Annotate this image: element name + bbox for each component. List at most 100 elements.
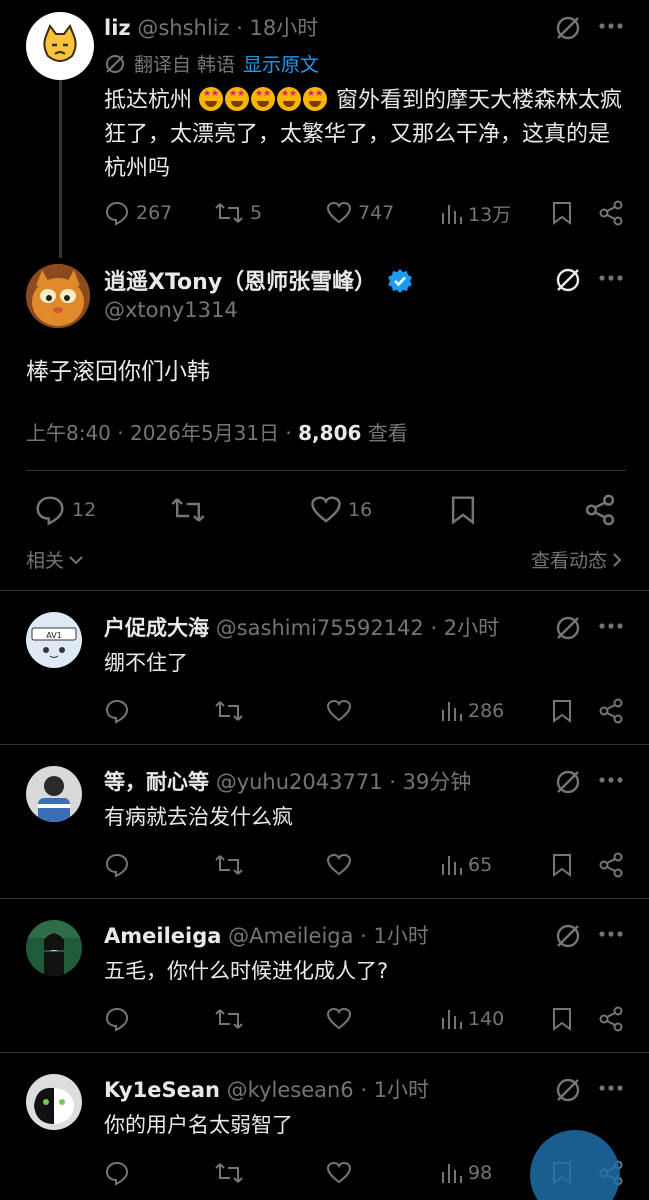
- reply-header: 等，耐心等 @yuhu2043771 · 39分钟: [104, 766, 471, 796]
- bookmark-button[interactable]: [448, 494, 478, 526]
- reply-header: 户促成大海 @sashimi75592142 · 2小时: [104, 612, 499, 642]
- share-icon: [599, 1006, 623, 1032]
- translated-from: 翻译自 韩语: [134, 54, 236, 76]
- bookmark-icon: [553, 202, 571, 225]
- retweet-button[interactable]: [214, 1160, 244, 1186]
- reply-button[interactable]: [104, 852, 130, 878]
- author-name[interactable]: 户促成大海: [104, 616, 209, 640]
- parent-text: 抵达杭州 窗外看到的摩天大楼森林太疯狂了，太漂亮了，太繁华了，又那么干净，这真的…: [104, 84, 624, 186]
- retweet-icon: [171, 498, 205, 522]
- share-button[interactable]: [598, 852, 624, 878]
- grok-icon[interactable]: [554, 614, 582, 642]
- bookmark-button[interactable]: [550, 1006, 574, 1032]
- views-button[interactable]: 13万: [440, 200, 511, 227]
- views-button[interactable]: 98: [440, 1160, 492, 1186]
- reply-icon: [36, 496, 64, 526]
- like-button[interactable]: [326, 698, 352, 724]
- reply-button[interactable]: [104, 1160, 130, 1186]
- heart-icon: [326, 1161, 352, 1184]
- reply-button[interactable]: 12: [34, 494, 96, 526]
- bookmark-icon: [553, 700, 571, 723]
- like-button[interactable]: 747: [326, 200, 394, 226]
- avatar-liz[interactable]: [26, 12, 94, 80]
- reply-avatar[interactable]: [26, 766, 82, 822]
- like-button[interactable]: [326, 1006, 352, 1032]
- author-handle[interactable]: @kylesean6: [227, 1078, 354, 1102]
- retweet-button[interactable]: [214, 852, 244, 878]
- bookmark-button[interactable]: [550, 200, 574, 226]
- divider: [0, 1052, 649, 1053]
- reply-avatar[interactable]: AV1: [26, 612, 82, 668]
- post-time[interactable]: · 1小时: [360, 924, 429, 948]
- main-author[interactable]: 逍遥XTony（恩师张雪峰）: [104, 264, 413, 296]
- share-button[interactable]: [598, 698, 624, 724]
- views-button[interactable]: 65: [440, 852, 492, 878]
- retweet-icon: [215, 1163, 243, 1183]
- retweet-button[interactable]: [214, 698, 244, 724]
- grok-icon[interactable]: [554, 14, 582, 42]
- bookmark-icon: [553, 1008, 571, 1031]
- like-button[interactable]: 16: [310, 494, 372, 526]
- grok-icon[interactable]: [554, 768, 582, 796]
- more-icon[interactable]: [598, 924, 624, 944]
- post-time[interactable]: · 2小时: [430, 616, 499, 640]
- grok-icon[interactable]: [554, 266, 582, 294]
- post-timestamp: 上午8:40 · 2026年5月31日 · 8,806 查看: [26, 421, 408, 445]
- share-icon: [599, 200, 623, 226]
- author-name[interactable]: liz: [104, 16, 131, 40]
- reply-button[interactable]: 267: [104, 200, 172, 226]
- author-name[interactable]: 逍遥XTony（恩师张雪峰）: [104, 270, 376, 295]
- views-button[interactable]: 140: [440, 1006, 504, 1032]
- reply-icon: [105, 201, 129, 226]
- related-dropdown[interactable]: 相关: [26, 546, 84, 573]
- more-icon[interactable]: [598, 268, 624, 288]
- reply-text: 你的用户名太弱智了: [104, 1113, 293, 1137]
- like-button[interactable]: [326, 852, 352, 878]
- retweet-button[interactable]: [214, 1006, 244, 1032]
- author-handle[interactable]: @shshliz: [137, 16, 229, 40]
- chevron-right-icon: [613, 552, 622, 567]
- reply-avatar[interactable]: [26, 1074, 82, 1130]
- bookmark-button[interactable]: [550, 698, 574, 724]
- reply-header: Ky1eSean @kylesean6 · 1小时: [104, 1074, 429, 1104]
- more-icon[interactable]: [598, 16, 624, 36]
- avatar-xtony[interactable]: [26, 264, 90, 328]
- post-time[interactable]: · 39分钟: [389, 770, 471, 794]
- share-button[interactable]: [598, 1006, 624, 1032]
- more-icon[interactable]: [598, 616, 624, 636]
- view-activity-link[interactable]: 查看动态: [531, 546, 623, 573]
- star-struck-emoji: [199, 87, 224, 111]
- grok-icon[interactable]: [554, 922, 582, 950]
- translate-icon: [106, 54, 124, 73]
- bookmark-icon: [451, 496, 475, 525]
- author-handle[interactable]: @sashimi75592142: [216, 616, 424, 640]
- share-icon: [599, 852, 623, 878]
- more-icon[interactable]: [598, 770, 624, 790]
- bookmark-button[interactable]: [550, 852, 574, 878]
- reply-avatar[interactable]: [26, 920, 82, 976]
- reply-button[interactable]: [104, 1006, 130, 1032]
- author-handle[interactable]: @xtony1314: [104, 298, 238, 322]
- compose-reply-fab[interactable]: [530, 1130, 620, 1200]
- retweet-button[interactable]: [170, 494, 206, 526]
- analytics-icon: [442, 204, 462, 224]
- post-time[interactable]: · 18小时: [236, 16, 318, 40]
- more-icon[interactable]: [598, 1078, 624, 1098]
- retweet-button[interactable]: 5: [214, 200, 262, 226]
- author-handle[interactable]: @yuhu2043771: [216, 770, 383, 794]
- reply-button[interactable]: [104, 698, 130, 724]
- views-button[interactable]: 286: [440, 698, 504, 724]
- author-name[interactable]: Ameileiga: [104, 924, 221, 948]
- author-name[interactable]: Ky1eSean: [104, 1078, 220, 1102]
- grok-icon[interactable]: [554, 1076, 582, 1104]
- author-name[interactable]: 等，耐心等: [104, 770, 209, 794]
- share-button[interactable]: [598, 200, 624, 226]
- show-original-link[interactable]: 显示原文: [243, 50, 319, 77]
- post-time[interactable]: · 1小时: [360, 1078, 429, 1102]
- like-button[interactable]: [326, 1160, 352, 1186]
- share-button[interactable]: [584, 494, 616, 526]
- author-handle[interactable]: @Ameileiga: [228, 924, 353, 948]
- reply-text: 绷不住了: [104, 651, 188, 675]
- analytics-icon: [442, 1164, 462, 1183]
- divider: [26, 470, 626, 471]
